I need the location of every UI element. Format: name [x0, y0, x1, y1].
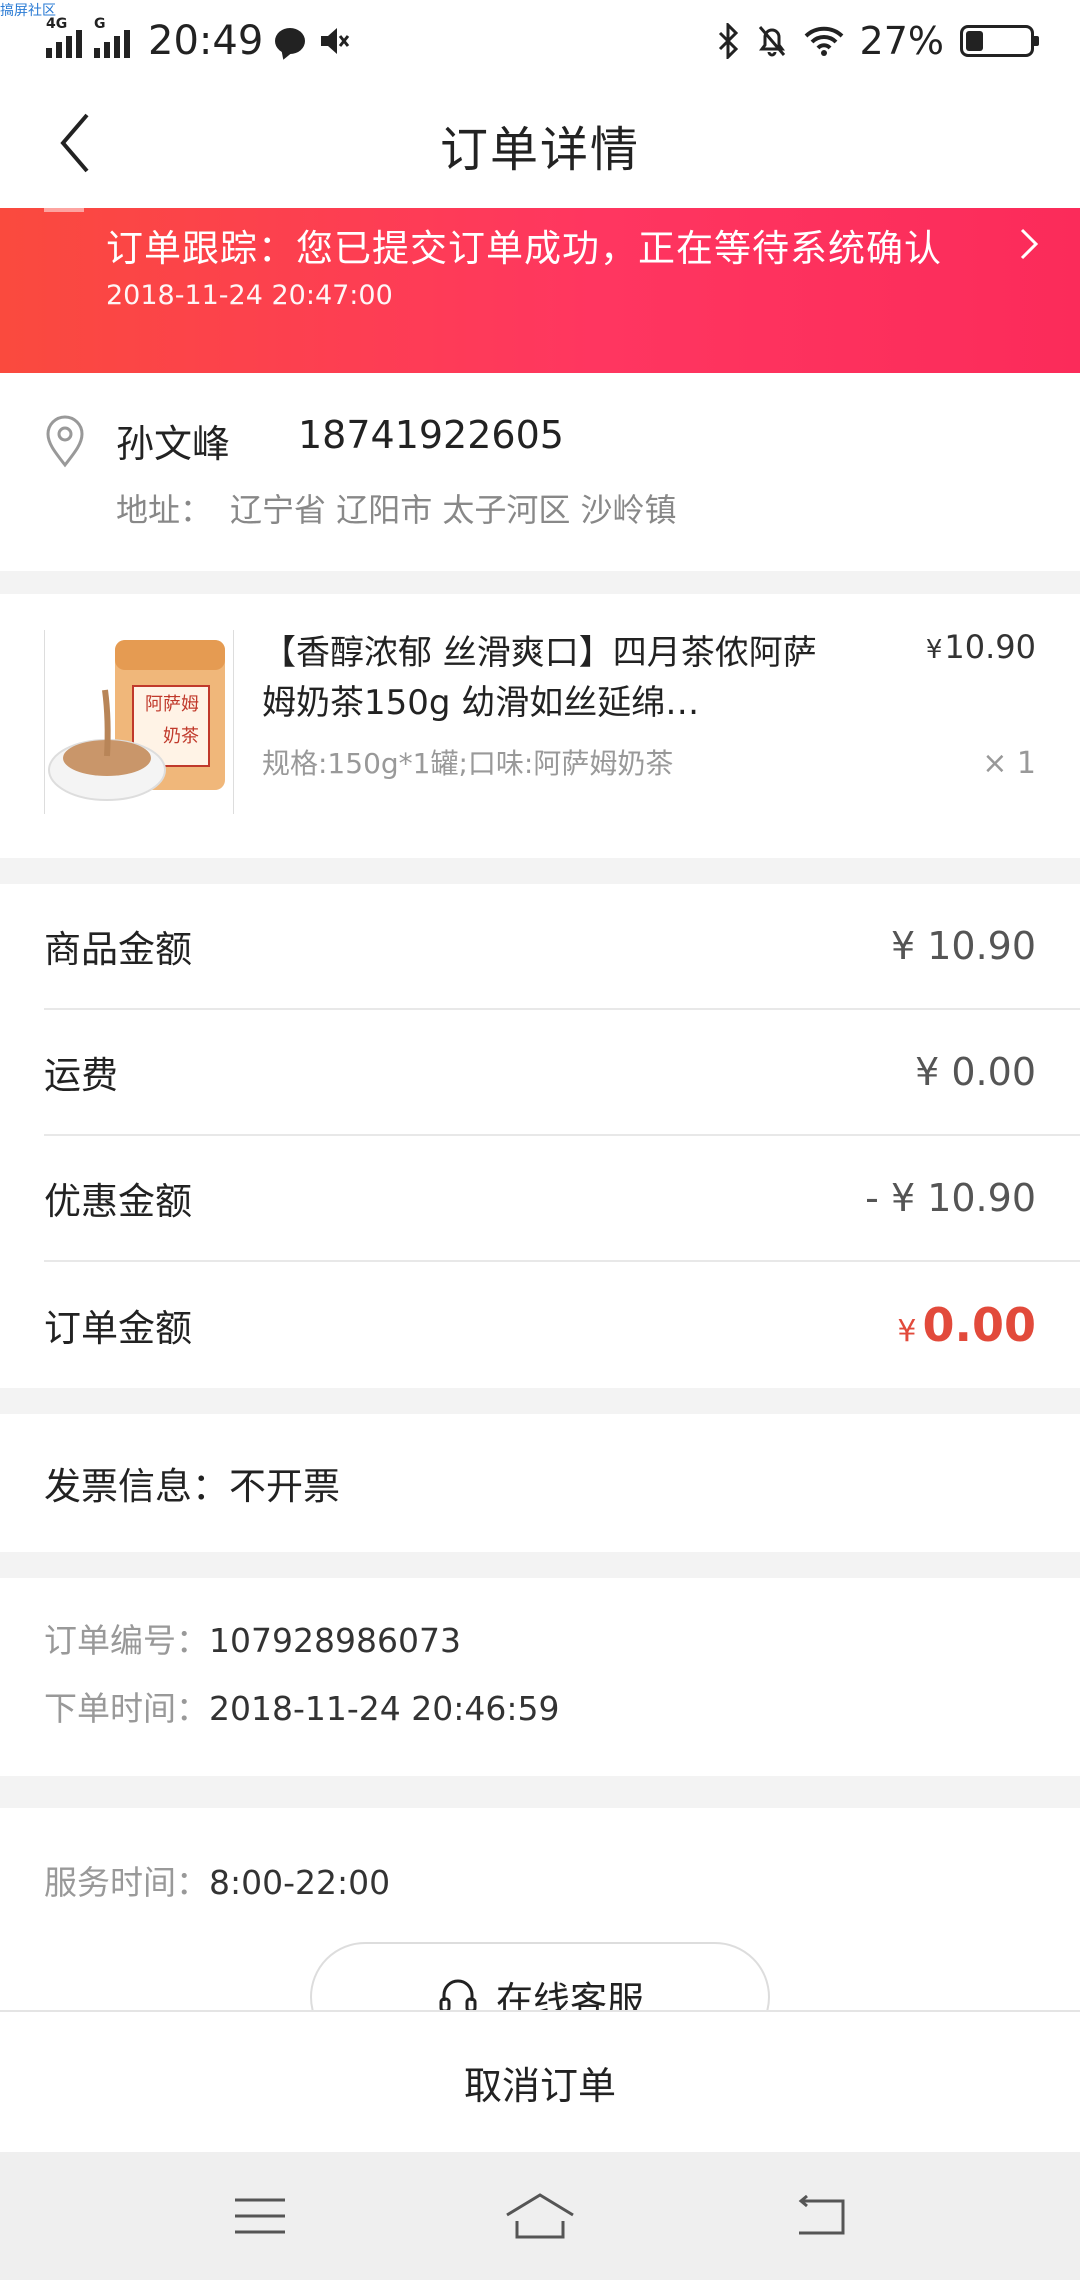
- product-title: 【香醇浓郁 丝滑爽口】四月茶侬阿萨姆奶茶150g 幼滑如丝延绵…: [262, 633, 817, 723]
- invoice-label: 发票信息：: [44, 1465, 229, 1508]
- back-arrow-icon: [798, 2195, 845, 2235]
- amount-label: 优惠金额: [44, 1180, 192, 1223]
- amount-row-total: 订单金额 ¥0.00: [44, 1262, 1080, 1388]
- menu-nav-button[interactable]: [220, 2186, 300, 2246]
- watermark: 搞屏社区: [0, 3, 56, 19]
- amount-value: ¥ 0.00: [915, 1050, 1036, 1094]
- recipient-name: 孙文峰: [116, 422, 231, 466]
- order-number-label: 订单编号：: [44, 1621, 209, 1660]
- price-value: 10.90: [944, 628, 1036, 666]
- back-button[interactable]: [40, 108, 110, 178]
- amount-label: 运费: [44, 1054, 118, 1097]
- order-time-label: 下单时间：: [44, 1689, 209, 1728]
- address-line: 地址： 辽宁省 辽阳市 太子河区 沙岭镇: [116, 485, 677, 531]
- tracking-time: 2018-11-24 20:47:00: [106, 280, 393, 311]
- amount-row-shipping: 运费 ¥ 0.00: [44, 1010, 1080, 1136]
- service-hours: 8:00-22:00: [209, 1863, 391, 1902]
- cell-signal-2-icon: G: [94, 16, 130, 58]
- amount-row-goods: 商品金额 ¥ 10.90: [44, 884, 1080, 1010]
- amount-summary: 商品金额 ¥ 10.90 运费 ¥ 0.00 优惠金额 - ¥ 10.90 订单…: [0, 884, 1080, 1388]
- online-service-button[interactable]: 在线客服: [310, 1942, 770, 2010]
- order-tracking-banner[interactable]: 订单跟踪：您已提交订单成功，正在等待系统确认 2018-11-24 20:47:…: [0, 208, 1080, 373]
- service-hours-row: 服务时间：8:00-22:00: [44, 1856, 390, 1904]
- status-bar: 4G G 20:49 27%: [0, 0, 1080, 82]
- cancel-order-button[interactable]: 取消订单: [464, 2055, 616, 2110]
- speaker-mute-icon: [321, 28, 350, 54]
- total-value: 0.00: [922, 1298, 1037, 1352]
- price-currency: ¥: [925, 635, 943, 665]
- bottom-action-bar: 取消订单: [0, 2010, 1080, 2152]
- bell-off-icon: [758, 26, 785, 57]
- battery-icon: [960, 25, 1039, 57]
- amount-value: - ¥ 10.90: [865, 1176, 1036, 1220]
- recipient-phone: 18741922605: [298, 413, 564, 457]
- product-image: 阿萨姆 奶茶: [44, 630, 234, 814]
- total-currency: ¥: [897, 1314, 917, 1349]
- wifi-icon: [804, 26, 843, 56]
- total-label: 订单金额: [44, 1307, 192, 1350]
- invoice-info: 发票信息： 不开票: [0, 1414, 1080, 1552]
- total-amount: ¥0.00: [897, 1298, 1036, 1352]
- service-section: 服务时间：8:00-22:00 在线客服: [0, 1808, 1080, 2010]
- home-icon: [506, 2193, 574, 2239]
- back-nav-button[interactable]: [780, 2186, 860, 2246]
- cell-signal-icon: 4G: [46, 16, 82, 58]
- service-hours-label: 服务时间：: [44, 1863, 209, 1902]
- online-service-label: 在线客服: [496, 1979, 644, 2010]
- message-icon: [275, 28, 306, 54]
- product-spec: 规格:150g*1罐;口味:阿萨姆奶茶: [262, 747, 674, 780]
- order-number-row: 订单编号：107928986073: [44, 1614, 461, 1662]
- shipping-address: 孙文峰 18741922605 地址： 辽宁省 辽阳市 太子河区 沙岭镇: [0, 373, 1080, 571]
- product-item[interactable]: 阿萨姆 奶茶 【香醇浓郁 丝滑爽口】四月茶侬阿萨姆奶茶150g 幼滑如丝延绵… …: [0, 594, 1080, 858]
- chevron-right-icon: [1020, 228, 1039, 260]
- page-header: 订单详情: [0, 82, 1080, 208]
- order-time: 2018-11-24 20:46:59: [209, 1689, 560, 1728]
- status-time: 20:49: [148, 18, 264, 64]
- network-type-2: G: [94, 16, 106, 32]
- battery-percent: 27%: [859, 19, 944, 63]
- invoice-value: 不开票: [229, 1465, 340, 1508]
- banner-notch: [44, 208, 84, 212]
- address-value: 辽宁省 辽阳市 太子河区 沙岭镇: [230, 491, 677, 529]
- battery-fill: [966, 31, 983, 51]
- product-quantity: × 1: [982, 746, 1036, 781]
- amount-label: 商品金额: [44, 928, 192, 971]
- order-info: 订单编号：107928986073 下单时间：2018-11-24 20:46:…: [0, 1578, 1080, 1776]
- tracking-text: 订单跟踪：您已提交订单成功，正在等待系统确认: [106, 227, 942, 270]
- bluetooth-icon: [718, 23, 738, 59]
- location-pin-icon: [46, 415, 84, 468]
- headset-icon: [439, 1979, 477, 2010]
- page-title: 订单详情: [439, 122, 640, 178]
- system-nav-bar: [0, 2152, 1080, 2280]
- product-image-label-2: 奶茶: [163, 726, 199, 747]
- amount-value: ¥ 10.90: [890, 924, 1036, 968]
- menu-icon: [235, 2198, 285, 2234]
- amount-row-discount: 优惠金额 - ¥ 10.90: [44, 1136, 1080, 1262]
- product-price: ¥10.90: [926, 628, 1036, 666]
- order-time-row: 下单时间：2018-11-24 20:46:59: [44, 1682, 559, 1730]
- product-image-label-1: 阿萨姆: [145, 694, 199, 715]
- address-label: 地址：: [116, 491, 213, 529]
- order-number: 107928986073: [209, 1621, 461, 1660]
- chevron-left-icon: [60, 113, 89, 173]
- home-nav-button[interactable]: [500, 2186, 580, 2246]
